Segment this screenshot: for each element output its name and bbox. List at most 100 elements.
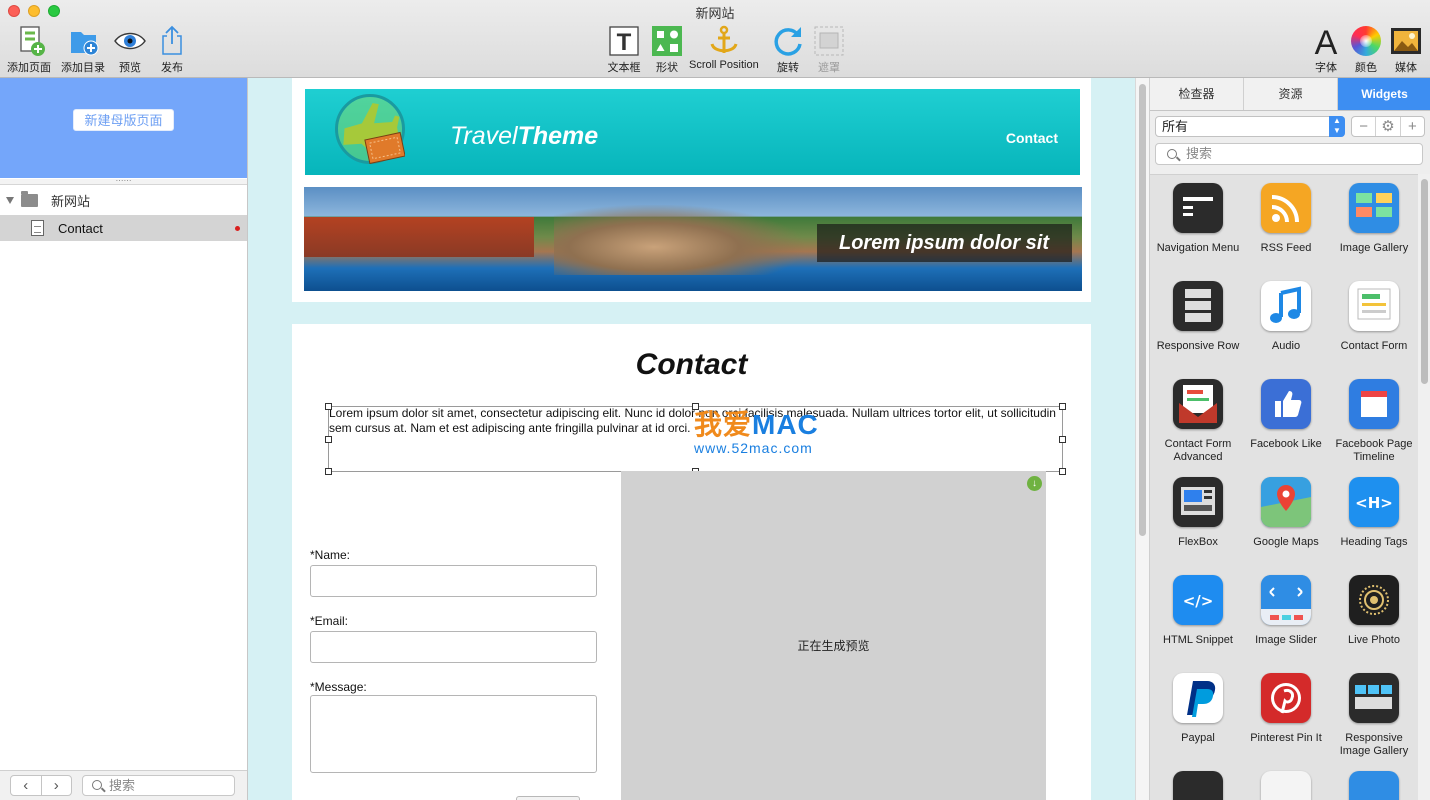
- resize-handle[interactable]: [1059, 468, 1066, 475]
- sidebar-footer: ‹ › 搜索: [0, 770, 247, 800]
- image-gallery-icon: [1349, 183, 1399, 233]
- add-folder-button[interactable]: 添加目录: [61, 24, 105, 75]
- sidebar-search-placeholder: 搜索: [109, 778, 136, 793]
- canvas-scroll-thumb[interactable]: [1139, 84, 1146, 536]
- media-button[interactable]: 媒体: [1389, 24, 1423, 75]
- mask-icon: [812, 24, 846, 58]
- widget-label: Pinterest Pin It: [1250, 732, 1322, 744]
- shapes-label: 形状: [656, 62, 678, 74]
- widget-label: Contact Form Advanced: [1164, 438, 1232, 463]
- mask-label: 遮罩: [818, 62, 840, 74]
- map-preview-placeholder[interactable]: ↓ 正在生成预览: [621, 471, 1046, 800]
- page-tree-item-contact[interactable]: Contact: [0, 215, 247, 241]
- header-card[interactable]: TravelTheme Contact Lorem ipsum dolor si…: [292, 78, 1091, 302]
- search-icon: [92, 780, 102, 790]
- paypal-icon: [1173, 673, 1223, 723]
- header-contact-link[interactable]: Contact: [1006, 130, 1058, 146]
- widget-pinterest[interactable]: Pinterest Pin It: [1242, 673, 1330, 745]
- rotate-button[interactable]: 旋转: [771, 24, 805, 75]
- design-canvas[interactable]: TravelTheme Contact Lorem ipsum dolor si…: [248, 78, 1135, 800]
- add-folder-icon: [66, 24, 100, 58]
- resize-handle[interactable]: [325, 403, 332, 410]
- download-icon[interactable]: ↓: [1027, 476, 1042, 491]
- panel-scroll-thumb[interactable]: [1421, 179, 1428, 384]
- resize-handle[interactable]: [1059, 403, 1066, 410]
- master-page-area: 新建母版页面: [0, 78, 247, 178]
- widget-responsive-image-gallery[interactable]: Responsive Image Gallery: [1330, 673, 1418, 758]
- widget-paypal[interactable]: Paypal: [1154, 673, 1242, 745]
- widget-responsive-row[interactable]: Responsive Row: [1154, 281, 1242, 353]
- page-heading[interactable]: Contact: [292, 348, 1091, 382]
- widget-html-snippet[interactable]: </> HTML Snippet: [1154, 575, 1242, 647]
- widget-filter-value: 所有: [1162, 119, 1189, 134]
- media-label: 媒体: [1395, 62, 1417, 74]
- widget-rss[interactable]: RSS Feed: [1242, 183, 1330, 255]
- preview-button[interactable]: 预览: [113, 24, 147, 75]
- pages-sidebar: 新建母版页面 ⋯⋯ 新网站 Contact ‹ › 搜索: [0, 78, 248, 800]
- forward-button[interactable]: ›: [40, 776, 72, 795]
- widget-google-maps[interactable]: Google Maps: [1242, 477, 1330, 549]
- inspector-panel: 检查器 资源 Widgets 所有 ▲ ▼ − ⚙ + 搜索 Navigation…: [1149, 78, 1430, 800]
- content-card[interactable]: Contact Lorem ipsum dolor sit amet, cons…: [292, 324, 1091, 800]
- resize-handle[interactable]: [325, 436, 332, 443]
- disclosure-triangle-icon[interactable]: [6, 196, 14, 204]
- new-master-page-button[interactable]: 新建母版页面: [73, 109, 174, 131]
- widget-icon: [1173, 771, 1223, 800]
- widget-live-photo[interactable]: Live Photo: [1330, 575, 1418, 647]
- widget-contact-form[interactable]: Contact Form: [1330, 281, 1418, 353]
- widget-partial[interactable]: [1242, 771, 1330, 800]
- widget-contact-form-advanced[interactable]: Contact Form Advanced: [1154, 379, 1242, 464]
- hero-rooftop: [304, 217, 534, 257]
- widget-heading-tags[interactable]: <H> Heading Tags: [1330, 477, 1418, 549]
- add-page-button[interactable]: 添加页面: [7, 24, 51, 75]
- resize-handle[interactable]: [325, 468, 332, 475]
- widget-facebook-page[interactable]: Facebook Page Timeline: [1330, 379, 1418, 464]
- submit-button[interactable]: [516, 796, 580, 800]
- widget-partial[interactable]: [1154, 771, 1242, 800]
- back-button[interactable]: ‹: [11, 776, 41, 795]
- gear-icon[interactable]: ⚙: [1375, 117, 1399, 136]
- resize-grip[interactable]: ⋯⋯: [0, 177, 247, 185]
- site-header[interactable]: TravelTheme Contact: [305, 89, 1080, 175]
- widget-facebook-like[interactable]: Facebook Like: [1242, 379, 1330, 451]
- tab-assets[interactable]: 资源: [1244, 78, 1338, 110]
- mask-button: 遮罩: [812, 24, 846, 75]
- message-field[interactable]: [310, 695, 597, 773]
- widget-search-input[interactable]: 搜索: [1155, 143, 1423, 165]
- widget-label: HTML Snippet: [1163, 634, 1233, 646]
- color-button[interactable]: 颜色: [1349, 24, 1383, 75]
- canvas-scrollbar[interactable]: [1135, 78, 1149, 800]
- sidebar-search-input[interactable]: 搜索: [82, 775, 235, 796]
- widget-icon: [1261, 771, 1311, 800]
- tab-widgets[interactable]: Widgets: [1338, 78, 1430, 110]
- widget-image-slider[interactable]: Image Slider: [1242, 575, 1330, 647]
- eye-icon: [113, 24, 147, 58]
- remove-widget-button[interactable]: −: [1352, 117, 1375, 136]
- widget-label: Navigation Menu: [1156, 242, 1240, 254]
- site-tree-item[interactable]: 新网站: [0, 187, 247, 213]
- widget-label: Heading Tags: [1340, 536, 1408, 548]
- name-label: *Name:: [310, 548, 351, 562]
- font-button[interactable]: A 字体: [1309, 24, 1343, 75]
- brand-name: TravelTheme: [450, 122, 598, 151]
- shapes-button[interactable]: 形状: [650, 24, 684, 75]
- watermark: 我爱MAC www.52mac.com: [694, 410, 819, 457]
- widget-audio[interactable]: Audio: [1242, 281, 1330, 353]
- widget-image-gallery[interactable]: Image Gallery: [1330, 183, 1418, 255]
- tab-inspector[interactable]: 检查器: [1150, 78, 1244, 110]
- add-widget-button[interactable]: +: [1399, 117, 1424, 136]
- resize-handle[interactable]: [1059, 436, 1066, 443]
- email-field[interactable]: [310, 631, 597, 663]
- text-box-button[interactable]: T 文本框: [607, 24, 641, 75]
- publish-button[interactable]: 发布: [155, 24, 189, 75]
- widget-filter-select[interactable]: 所有 ▲ ▼: [1155, 116, 1345, 137]
- widget-flexbox[interactable]: FlexBox: [1154, 477, 1242, 549]
- scroll-position-button[interactable]: Scroll Position: [689, 24, 759, 71]
- scroll-position-label: Scroll Position: [689, 59, 759, 71]
- name-field[interactable]: [310, 565, 597, 597]
- widget-navigation-menu[interactable]: Navigation Menu: [1154, 183, 1242, 255]
- widget-partial[interactable]: [1330, 771, 1418, 800]
- hero-image[interactable]: Lorem ipsum dolor sit: [304, 187, 1082, 291]
- panel-scrollbar[interactable]: [1418, 174, 1430, 800]
- preview-status-text: 正在生成预览: [797, 639, 870, 653]
